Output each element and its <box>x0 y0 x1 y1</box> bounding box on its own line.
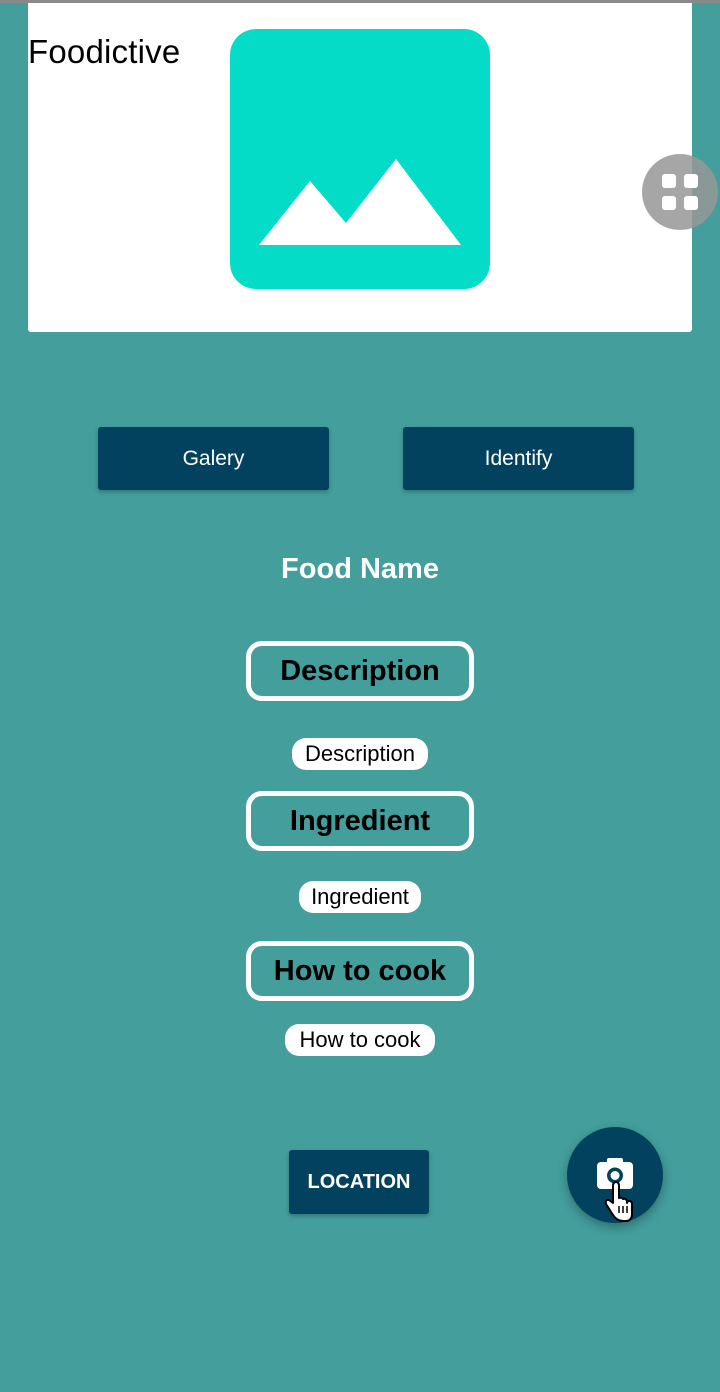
app-title: Foodictive <box>28 33 181 70</box>
grid-icon-cell <box>684 196 698 210</box>
image-placeholder-icon[interactable] <box>230 29 490 289</box>
grid-icon-cell <box>662 196 676 210</box>
identify-button[interactable]: Identify <box>403 427 634 490</box>
food-name-title: Food Name <box>281 553 439 585</box>
mountain-image-icon <box>259 159 461 245</box>
hand-pointer-icon <box>604 1181 633 1222</box>
description-text: Description <box>292 738 428 770</box>
grid-icon <box>662 174 676 188</box>
gallery-button[interactable]: Galery <box>98 427 329 490</box>
how-to-cook-text: How to cook <box>285 1024 435 1056</box>
ingredient-heading: Ingredient <box>246 791 474 851</box>
camera-fab-button[interactable] <box>567 1127 663 1223</box>
how-to-cook-heading: How to cook <box>246 941 474 1001</box>
description-heading: Description <box>246 641 474 701</box>
location-button[interactable]: LOCATION <box>289 1150 429 1214</box>
ingredient-text: Ingredient <box>299 881 421 913</box>
floating-grid-button[interactable] <box>642 154 718 230</box>
grid-icon-cell <box>684 174 698 188</box>
header-card: Foodictive <box>28 3 692 332</box>
